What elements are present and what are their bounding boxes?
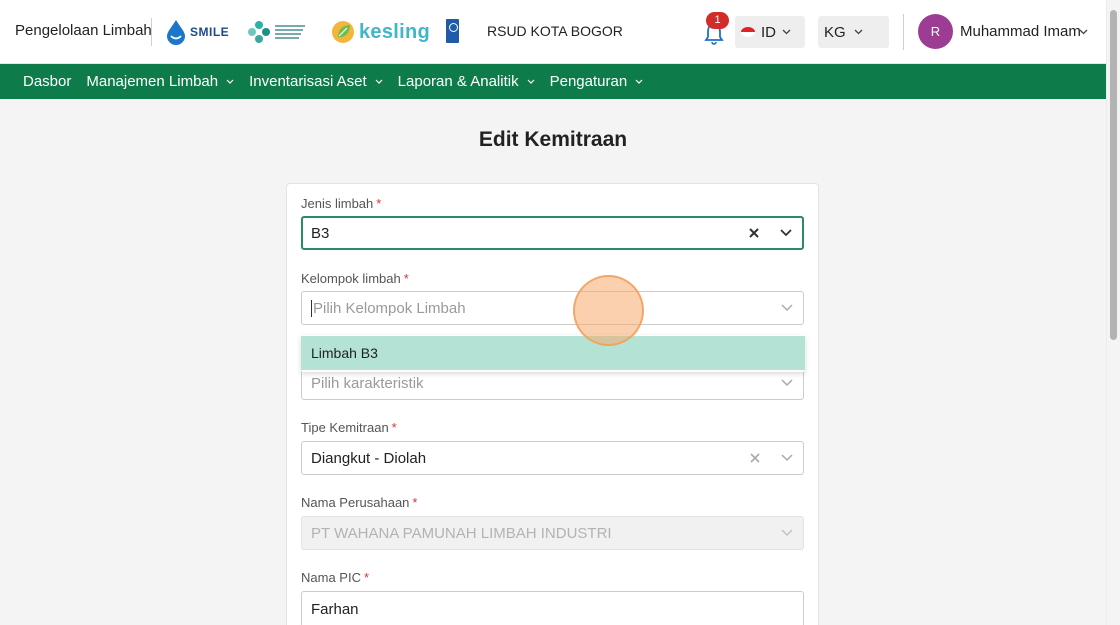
smile-drop-icon bbox=[167, 20, 185, 45]
scrollbar-thumb[interactable] bbox=[1110, 10, 1117, 340]
chevron-down-icon bbox=[782, 29, 791, 35]
header-divider bbox=[151, 18, 152, 46]
kemkes-wordmark bbox=[275, 25, 305, 39]
notification-badge: 1 bbox=[706, 12, 729, 29]
chevron-down-icon[interactable] bbox=[780, 229, 792, 237]
karakteristik-placeholder: Pilih karakteristik bbox=[311, 374, 424, 392]
nav-item-manajemen-limbah[interactable]: Manajemen Limbah bbox=[86, 73, 234, 90]
label-text: Nama Perusahaan bbox=[301, 495, 410, 510]
smile-logo: SMILE bbox=[165, 18, 229, 46]
header-divider bbox=[903, 14, 904, 50]
required-mark: * bbox=[403, 271, 409, 286]
nav-item-dasbor[interactable]: Dasbor bbox=[23, 73, 71, 90]
chevron-down-icon bbox=[635, 79, 643, 84]
app-title: Pengelolaan Limbah bbox=[15, 22, 152, 39]
tipe-kemitraan-select[interactable]: Diangkut - Diolah bbox=[301, 441, 804, 475]
nama-perusahaan-value: PT WAHANA PAMUNAH LIMBAH INDUSTRI bbox=[311, 524, 612, 542]
unit-code: KG bbox=[824, 23, 846, 41]
chevron-down-icon bbox=[527, 79, 535, 84]
tipe-kemitraan-value: Diangkut - Diolah bbox=[311, 449, 427, 467]
kelompok-limbah-dropdown: Limbah B3 bbox=[301, 335, 805, 372]
nav-item-label: Manajemen Limbah bbox=[86, 73, 219, 90]
undp-logo bbox=[446, 19, 459, 43]
kesling-logo-text: kesling bbox=[359, 20, 431, 43]
required-mark: * bbox=[363, 570, 370, 585]
required-mark: * bbox=[412, 495, 418, 510]
kelompok-limbah-label: Kelompok limbah * bbox=[301, 271, 409, 286]
chevron-down-icon[interactable] bbox=[781, 304, 793, 312]
nama-pic-value: Farhan bbox=[311, 600, 359, 618]
required-mark: * bbox=[391, 420, 397, 435]
tipe-kemitraan-label: Tipe Kemitraan * bbox=[301, 420, 397, 435]
user-menu-chevron-icon[interactable] bbox=[1079, 29, 1088, 35]
nav-item-pengaturan[interactable]: Pengaturan bbox=[550, 73, 644, 90]
kemkes-logo bbox=[247, 18, 305, 46]
top-header: Pengelolaan Limbah SMILE kesling RSUD KO… bbox=[0, 0, 1106, 64]
kelompok-limbah-select[interactable]: Pilih Kelompok Limbah bbox=[301, 291, 804, 325]
language-code: ID bbox=[761, 23, 776, 41]
kesling-leaf-icon bbox=[332, 21, 354, 43]
nama-perusahaan-select: PT WAHANA PAMUNAH LIMBAH INDUSTRI bbox=[301, 516, 804, 550]
nav-item-label: Laporan & Analitik bbox=[397, 73, 519, 90]
nama-pic-input[interactable]: Farhan bbox=[301, 591, 804, 625]
unit-selector[interactable]: KG bbox=[818, 16, 889, 48]
nav-item-inventarisasi-aset[interactable]: Inventarisasi Aset bbox=[249, 73, 383, 90]
jenis-limbah-select[interactable]: B3 bbox=[301, 216, 804, 250]
chevron-down-icon bbox=[226, 79, 234, 84]
hospital-name: RSUD KOTA BOGOR bbox=[487, 23, 623, 39]
jenis-limbah-label: Jenis limbah * bbox=[301, 196, 381, 211]
label-text: Jenis limbah bbox=[301, 196, 374, 211]
required-mark: * bbox=[376, 196, 382, 211]
username[interactable]: Muhammad Imam bbox=[960, 23, 1081, 40]
kesling-logo: kesling bbox=[331, 17, 430, 47]
page-title: Edit Kemitraan bbox=[478, 128, 628, 151]
nama-perusahaan-label: Nama Perusahaan * bbox=[301, 495, 417, 510]
jenis-limbah-value: B3 bbox=[311, 224, 330, 242]
indonesia-flag-icon bbox=[741, 27, 755, 37]
label-text: Nama PIC bbox=[301, 570, 361, 585]
main-nav: Dasbor Manajemen Limbah Inventarisasi As… bbox=[0, 64, 1106, 99]
language-selector[interactable]: ID bbox=[735, 16, 805, 48]
nama-pic-label: Nama PIC * bbox=[301, 570, 369, 585]
nav-item-label: Pengaturan bbox=[549, 73, 628, 90]
clear-icon[interactable] bbox=[748, 227, 760, 239]
nav-item-label: Dasbor bbox=[23, 73, 72, 90]
text-caret bbox=[311, 299, 312, 317]
chevron-down-icon[interactable] bbox=[781, 379, 793, 387]
kemkes-emblem-icon bbox=[248, 21, 270, 43]
smile-logo-text: SMILE bbox=[190, 25, 230, 39]
chevron-down-icon bbox=[375, 79, 383, 84]
chevron-down-icon[interactable] bbox=[781, 454, 793, 462]
nav-item-label: Inventarisasi Aset bbox=[249, 73, 367, 90]
nav-item-laporan-analitik[interactable]: Laporan & Analitik bbox=[398, 73, 535, 90]
clear-icon[interactable] bbox=[749, 452, 761, 464]
chevron-down-icon bbox=[781, 529, 793, 537]
avatar[interactable]: R bbox=[918, 14, 953, 49]
chevron-down-icon bbox=[854, 29, 863, 35]
label-text: Tipe Kemitraan bbox=[301, 420, 389, 435]
kelompok-limbah-placeholder: Pilih Kelompok Limbah bbox=[313, 299, 466, 317]
label-text: Kelompok limbah bbox=[301, 271, 401, 286]
dropdown-option-limbah-b3[interactable]: Limbah B3 bbox=[301, 336, 805, 370]
